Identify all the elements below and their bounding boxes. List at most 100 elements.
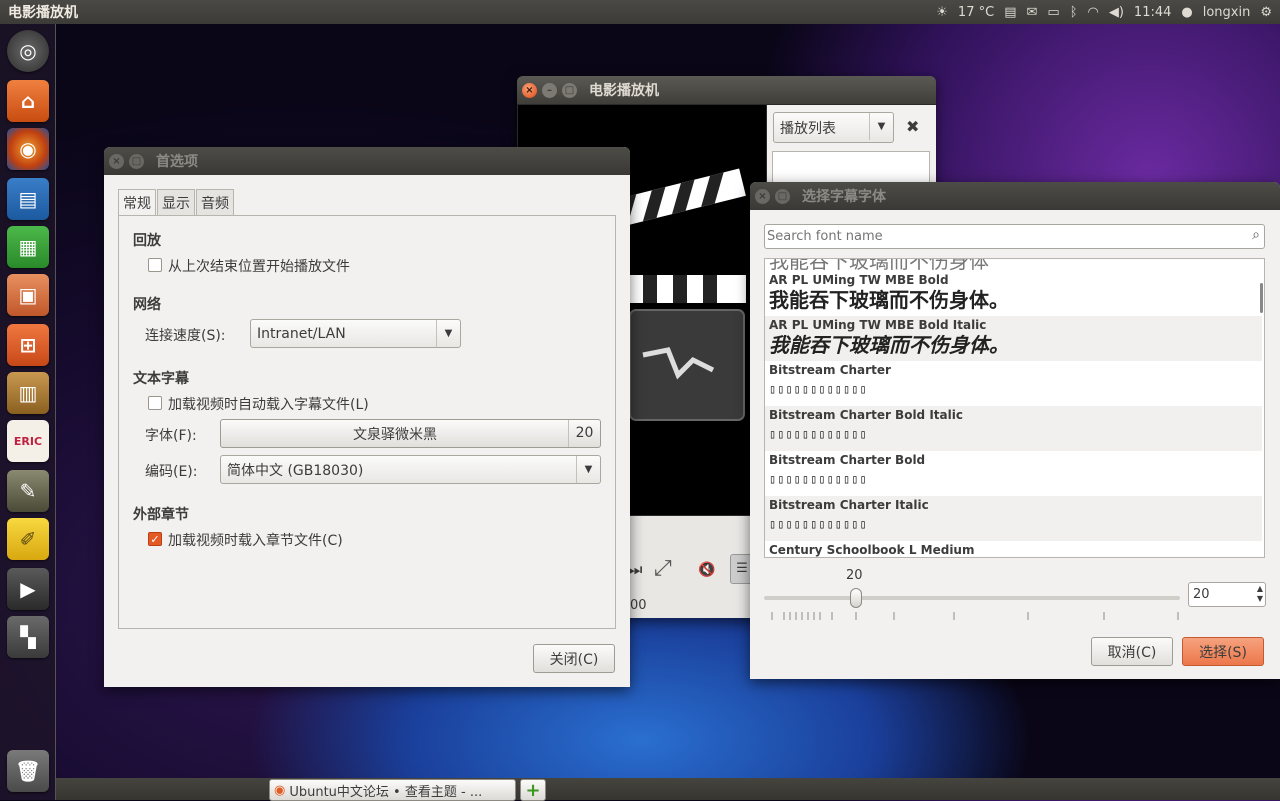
tab-general[interactable]: 常规 — [118, 189, 156, 216]
text-editor-icon[interactable]: ✐ — [7, 518, 49, 560]
writer-icon[interactable]: ▤ — [7, 178, 49, 220]
font-value: 文泉驿微米黑 — [353, 426, 437, 443]
maximize-icon[interactable]: □ — [775, 188, 790, 204]
chevron-down-icon: ▼ — [576, 456, 600, 483]
general-tab-pane: 回放 从上次结束位置开始播放文件 网络 连接速度(S): Intranet/LA… — [118, 215, 616, 629]
dash-home-icon[interactable]: ◎ — [7, 30, 49, 72]
font-chooser-titlebar[interactable]: × □ 选择字幕字体 — [750, 182, 1280, 210]
user-name[interactable]: longxin — [1203, 5, 1251, 20]
movie-player-titlebar[interactable]: × – □ 电影播放机 — [517, 76, 936, 104]
files-home-folder-icon[interactable]: ⌂ — [7, 80, 49, 122]
tab-audio[interactable]: 音频 — [196, 189, 234, 216]
preferences-titlebar[interactable]: × □ 首选项 — [104, 147, 630, 175]
close-sidebar-icon[interactable]: ✖ — [906, 117, 919, 136]
volume-icon[interactable]: ◀) — [1109, 5, 1124, 20]
cancel-button[interactable]: 取消(C) — [1091, 637, 1173, 666]
font-list-item[interactable]: Bitstream Charter ▯▯▯▯▯▯▯▯▯▯▯▯ — [765, 361, 1262, 406]
firefox-icon[interactable]: ◉ — [7, 128, 49, 170]
window-title: 首选项 — [156, 154, 198, 170]
resume-checkbox[interactable] — [148, 258, 162, 272]
size-spinbutton[interactable]: 20 ▲ ▼ — [1188, 582, 1266, 607]
calc-icon[interactable]: ▦ — [7, 226, 49, 268]
software-center-icon[interactable]: ⊞ — [7, 324, 49, 366]
font-list[interactable]: 我能吞下玻璃而不伤身体 AR PL UMing TW MBE Bold 我能吞下… — [764, 258, 1265, 558]
font-list-item[interactable]: Century Schoolbook L Medium — [765, 541, 1262, 557]
font-name: Bitstream Charter — [769, 363, 891, 377]
mute-icon[interactable]: 🔇 — [698, 562, 715, 578]
close-icon[interactable]: × — [755, 188, 770, 204]
bluetooth-icon[interactable]: ᛒ — [1070, 5, 1078, 20]
connection-speed-select[interactable]: Intranet/LAN ▼ — [250, 319, 461, 348]
font-list-item[interactable]: Bitstream Charter Italic ▯▯▯▯▯▯▯▯▯▯▯▯ — [765, 496, 1262, 541]
size-slider-ticks — [771, 612, 1179, 620]
autoload-subtitles-label[interactable]: 加载视频时自动载入字幕文件(L) — [168, 394, 369, 414]
preferences-dialog: × □ 首选项 常规 显示 音频 回放 从上次结束位置开始播放文件 网络 连接速… — [104, 147, 630, 687]
gimp-icon[interactable]: ✎ — [7, 470, 49, 512]
window-title: 选择字幕字体 — [802, 189, 886, 205]
font-sample: ▯▯▯▯▯▯▯▯▯▯▯▯ — [769, 517, 868, 531]
maximize-icon[interactable]: □ — [129, 153, 144, 169]
font-sample: 我能吞下玻璃而不伤身体。 — [769, 288, 1009, 312]
section-playback: 回放 — [133, 233, 161, 249]
font-search-field[interactable]: ⌕ — [764, 224, 1265, 249]
size-slider-track[interactable] — [764, 596, 1180, 600]
impress-icon[interactable]: ▣ — [7, 274, 49, 316]
close-icon[interactable]: × — [109, 153, 124, 169]
battery-icon[interactable]: ▭ — [1047, 5, 1059, 20]
encoding-select[interactable]: 简体中文 (GB18030) ▼ — [220, 455, 601, 484]
fullscreen-icon[interactable]: ⤢ — [654, 556, 672, 581]
load-chapters-checkbox[interactable]: ✓ — [148, 532, 162, 546]
taskbar-window-title: Ubuntu中文论坛 • 查看主题 - ... — [289, 784, 483, 800]
user-icon[interactable]: ● — [1181, 5, 1192, 20]
section-chapters: 外部章节 — [133, 507, 189, 523]
clock[interactable]: 11:44 — [1134, 5, 1171, 20]
font-list-item[interactable]: Bitstream Charter Bold Italic ▯▯▯▯▯▯▯▯▯▯… — [765, 406, 1262, 451]
font-search-input[interactable] — [765, 225, 1235, 247]
weather-icon[interactable]: ☀ — [936, 5, 948, 20]
add-workspace-icon[interactable]: + — [520, 779, 546, 801]
next-icon[interactable]: ⏭ — [628, 560, 642, 580]
autoload-subtitles-checkbox[interactable] — [148, 396, 162, 410]
font-name: Bitstream Charter Bold — [769, 453, 926, 467]
font-list-item[interactable]: AR PL UMing TW MBE Bold 我能吞下玻璃而不伤身体。 — [765, 271, 1262, 316]
prefs-tabs: 常规 显示 音频 — [118, 189, 235, 216]
movie-player-icon[interactable]: ▶ — [7, 568, 49, 610]
select-button[interactable]: 选择(S) — [1182, 637, 1264, 666]
font-list-scrollbar[interactable] — [1260, 283, 1263, 313]
active-app-title[interactable]: 电影播放机 — [0, 2, 78, 22]
time-label: 00 — [630, 598, 647, 613]
workspace-switcher-icon[interactable]: ▚ — [7, 616, 49, 658]
font-sample: 我能吞下玻璃而不伤身体。 — [769, 333, 1009, 357]
close-icon[interactable]: × — [522, 82, 537, 98]
playlist-select-value: 播放列表 — [780, 120, 836, 137]
font-sample: ▯▯▯▯▯▯▯▯▯▯▯▯ — [769, 472, 868, 486]
mail-icon[interactable]: ✉ — [1026, 5, 1037, 20]
font-list-item[interactable]: Bitstream Charter Bold ▯▯▯▯▯▯▯▯▯▯▯▯ — [765, 451, 1262, 496]
power-gear-icon[interactable]: ⚙ — [1260, 5, 1272, 20]
speed-value: Intranet/LAN — [257, 325, 346, 342]
minimize-icon[interactable]: – — [542, 82, 557, 98]
close-button[interactable]: 关闭(C) — [533, 644, 615, 673]
bottom-panel — [56, 778, 1280, 800]
load-chapters-label[interactable]: 加载视频时载入章节文件(C) — [168, 530, 343, 550]
ebook-reader-icon[interactable]: ▥ — [7, 372, 49, 414]
font-name: AR PL UMing TW MBE Bold Italic — [769, 318, 987, 332]
resume-label[interactable]: 从上次结束位置开始播放文件 — [168, 256, 350, 276]
trash-icon[interactable]: 🗑 — [7, 750, 49, 792]
taskbar-window-button[interactable]: ◉ Ubuntu中文论坛 • 查看主题 - ... — [269, 779, 516, 801]
maximize-icon[interactable]: □ — [562, 82, 577, 98]
spin-arrows-icon[interactable]: ▲ ▼ — [1257, 584, 1263, 604]
wifi-icon[interactable]: ◠ — [1088, 5, 1099, 20]
playlist-select[interactable]: 播放列表 ▼ — [773, 112, 894, 143]
tab-display[interactable]: 显示 — [157, 189, 195, 216]
clipboard-icon[interactable]: ▤ — [1004, 5, 1016, 20]
font-list-item[interactable]: AR PL UMing TW MBE Bold Italic 我能吞下玻璃而不伤… — [765, 316, 1262, 361]
eric-ide-icon[interactable]: ERIC — [7, 420, 49, 462]
weather-temp[interactable]: 17 °C — [958, 5, 994, 20]
font-size-value: 20 — [568, 420, 600, 447]
size-slider-handle[interactable] — [850, 588, 862, 608]
font-label: 字体(F): — [145, 428, 197, 444]
chevron-down-icon: ▼ — [869, 113, 893, 140]
font-chooser-dialog: × □ 选择字幕字体 ⌕ 我能吞下玻璃而不伤身体 AR PL UMing TW … — [750, 182, 1280, 679]
font-picker-button[interactable]: 文泉驿微米黑 20 — [220, 419, 601, 448]
